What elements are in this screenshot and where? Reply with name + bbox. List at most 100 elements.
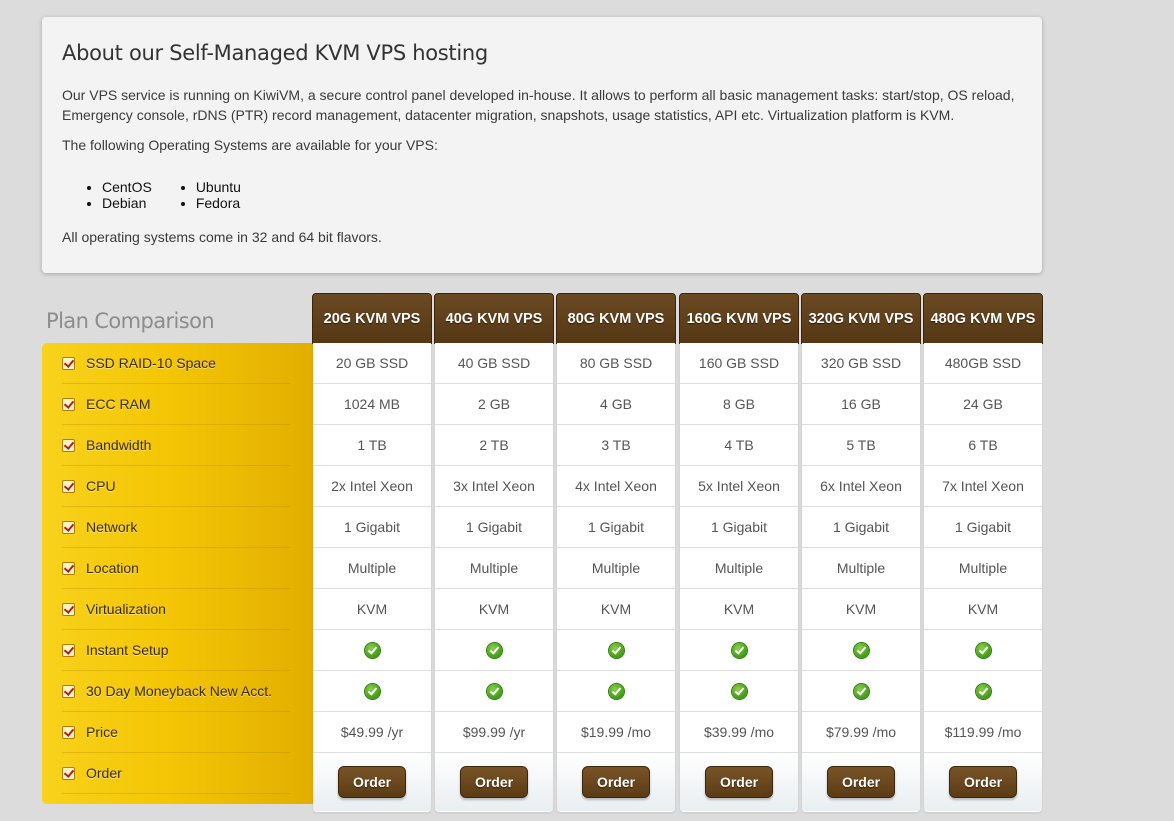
plan-cell: 4 GB [557, 384, 675, 425]
about-description: Our VPS service is running on KiwiVM, a … [62, 87, 1015, 123]
check-circle-icon [975, 683, 991, 699]
plan-header: 40G KVM VPS [434, 293, 554, 344]
order-cell: Order [802, 753, 920, 811]
check-circle-icon [486, 642, 502, 658]
plan-cell: Multiple [924, 548, 1042, 589]
feature-row: ECC RAM [62, 384, 290, 425]
about-panel: About our Self-Managed KVM VPS hosting O… [42, 17, 1042, 273]
check-circle-icon [608, 642, 624, 658]
feature-label: 30 Day Moneyback New Acct. [86, 683, 272, 699]
plan-cell [680, 630, 798, 671]
plan-header: 160G KVM VPS [679, 293, 799, 344]
plan-price: $39.99 /mo [680, 712, 798, 753]
plan-header: 320G KVM VPS [801, 293, 921, 344]
plan-cell: Multiple [313, 548, 431, 589]
check-circle-icon [364, 683, 380, 699]
plan-cell: 16 GB [802, 384, 920, 425]
check-circle-icon [853, 642, 869, 658]
feature-label: CPU [86, 478, 116, 494]
order-button[interactable]: Order [582, 766, 650, 798]
checkbox-checked-icon [62, 479, 75, 493]
checkbox-checked-icon [62, 766, 75, 780]
checkbox-checked-icon [62, 397, 75, 411]
plan-cell [802, 671, 920, 712]
feature-row: 30 Day Moneyback New Acct. [62, 671, 290, 712]
feature-label: Price [86, 724, 118, 740]
checkbox-checked-icon [62, 643, 75, 657]
check-circle-icon [731, 683, 747, 699]
order-button[interactable]: Order [827, 766, 895, 798]
plan-column: 20 GB SSD 1024 MB 1 TB 2x Intel Xeon 1 Gigab… [313, 343, 431, 812]
plan-cell [313, 630, 431, 671]
plan-cell [924, 671, 1042, 712]
feature-label: Instant Setup [86, 642, 169, 658]
os-item: Fedora [196, 195, 241, 211]
plan-cell: 480GB SSD [924, 343, 1042, 384]
plan-cell [557, 630, 675, 671]
plan-price: $19.99 /mo [557, 712, 675, 753]
checkbox-checked-icon [62, 520, 75, 534]
plan-comparison-title: Plan Comparison [46, 309, 215, 333]
plan-cell: 20 GB SSD [313, 343, 431, 384]
checkbox-checked-icon [62, 602, 75, 616]
plan-cell [924, 630, 1042, 671]
plan-cell: Multiple [802, 548, 920, 589]
plan-cell [435, 671, 553, 712]
plan-price: $79.99 /mo [802, 712, 920, 753]
plan-cell: 7x Intel Xeon [924, 466, 1042, 507]
feature-label: Location [86, 560, 139, 576]
plan-cell: 24 GB [924, 384, 1042, 425]
plan-cell: KVM [924, 589, 1042, 630]
order-button[interactable]: Order [338, 766, 406, 798]
check-circle-icon [608, 683, 624, 699]
plan-cell [802, 630, 920, 671]
plan-header: 480G KVM VPS [923, 293, 1043, 344]
plan-cell: 6 TB [924, 425, 1042, 466]
plan-price: $119.99 /mo [924, 712, 1042, 753]
plan-cell: 5x Intel Xeon [680, 466, 798, 507]
plan-cell: 3x Intel Xeon [435, 466, 553, 507]
order-button[interactable]: Order [705, 766, 773, 798]
check-circle-icon [364, 642, 380, 658]
order-cell: Order [924, 753, 1042, 811]
check-circle-icon [486, 683, 502, 699]
order-button[interactable]: Order [460, 766, 528, 798]
check-circle-icon [975, 642, 991, 658]
plan-cell: 320 GB SSD [802, 343, 920, 384]
os-footer-note: All operating systems come in 32 and 64 … [62, 229, 382, 245]
plan-cell [557, 671, 675, 712]
plan-column: 160 GB SSD 8 GB 4 TB 5x Intel Xeon 1 Gigabit… [680, 343, 798, 812]
feature-row: Price [62, 712, 290, 753]
plan-cell: 1 Gigabit [924, 507, 1042, 548]
plan-cell: 1 Gigabit [680, 507, 798, 548]
feature-row: Network [62, 507, 290, 548]
plan-cell: KVM [435, 589, 553, 630]
plan-price: $99.99 /yr [435, 712, 553, 753]
feature-row: SSD RAID-10 Space [62, 343, 290, 384]
order-button[interactable]: Order [949, 766, 1017, 798]
check-circle-icon [853, 683, 869, 699]
feature-label: Virtualization [86, 601, 166, 617]
checkbox-checked-icon [62, 438, 75, 452]
feature-label: ECC RAM [86, 396, 151, 412]
plan-cell: KVM [557, 589, 675, 630]
os-list: CentOS Debian Ubuntu Fedora [86, 179, 1022, 211]
plan-column: 320 GB SSD 16 GB 5 TB 6x Intel Xeon 1 Gigabi… [802, 343, 920, 812]
plan-cell: 2x Intel Xeon [313, 466, 431, 507]
plan-cell: KVM [313, 589, 431, 630]
feature-label: SSD RAID-10 Space [86, 355, 216, 371]
feature-row: Bandwidth [62, 425, 290, 466]
plan-cell: 160 GB SSD [680, 343, 798, 384]
plan-cell: 40 GB SSD [435, 343, 553, 384]
plan-cell: 6x Intel Xeon [802, 466, 920, 507]
plan-cell [435, 630, 553, 671]
feature-label: Bandwidth [86, 437, 152, 453]
plan-cell: 1 Gigabit [313, 507, 431, 548]
plan-cell: KVM [802, 589, 920, 630]
order-cell: Order [435, 753, 553, 811]
os-item: CentOS [102, 179, 152, 195]
checkbox-checked-icon [62, 725, 75, 739]
plan-cell: 2 GB [435, 384, 553, 425]
checkbox-checked-icon [62, 356, 75, 370]
checkbox-checked-icon [62, 561, 75, 575]
